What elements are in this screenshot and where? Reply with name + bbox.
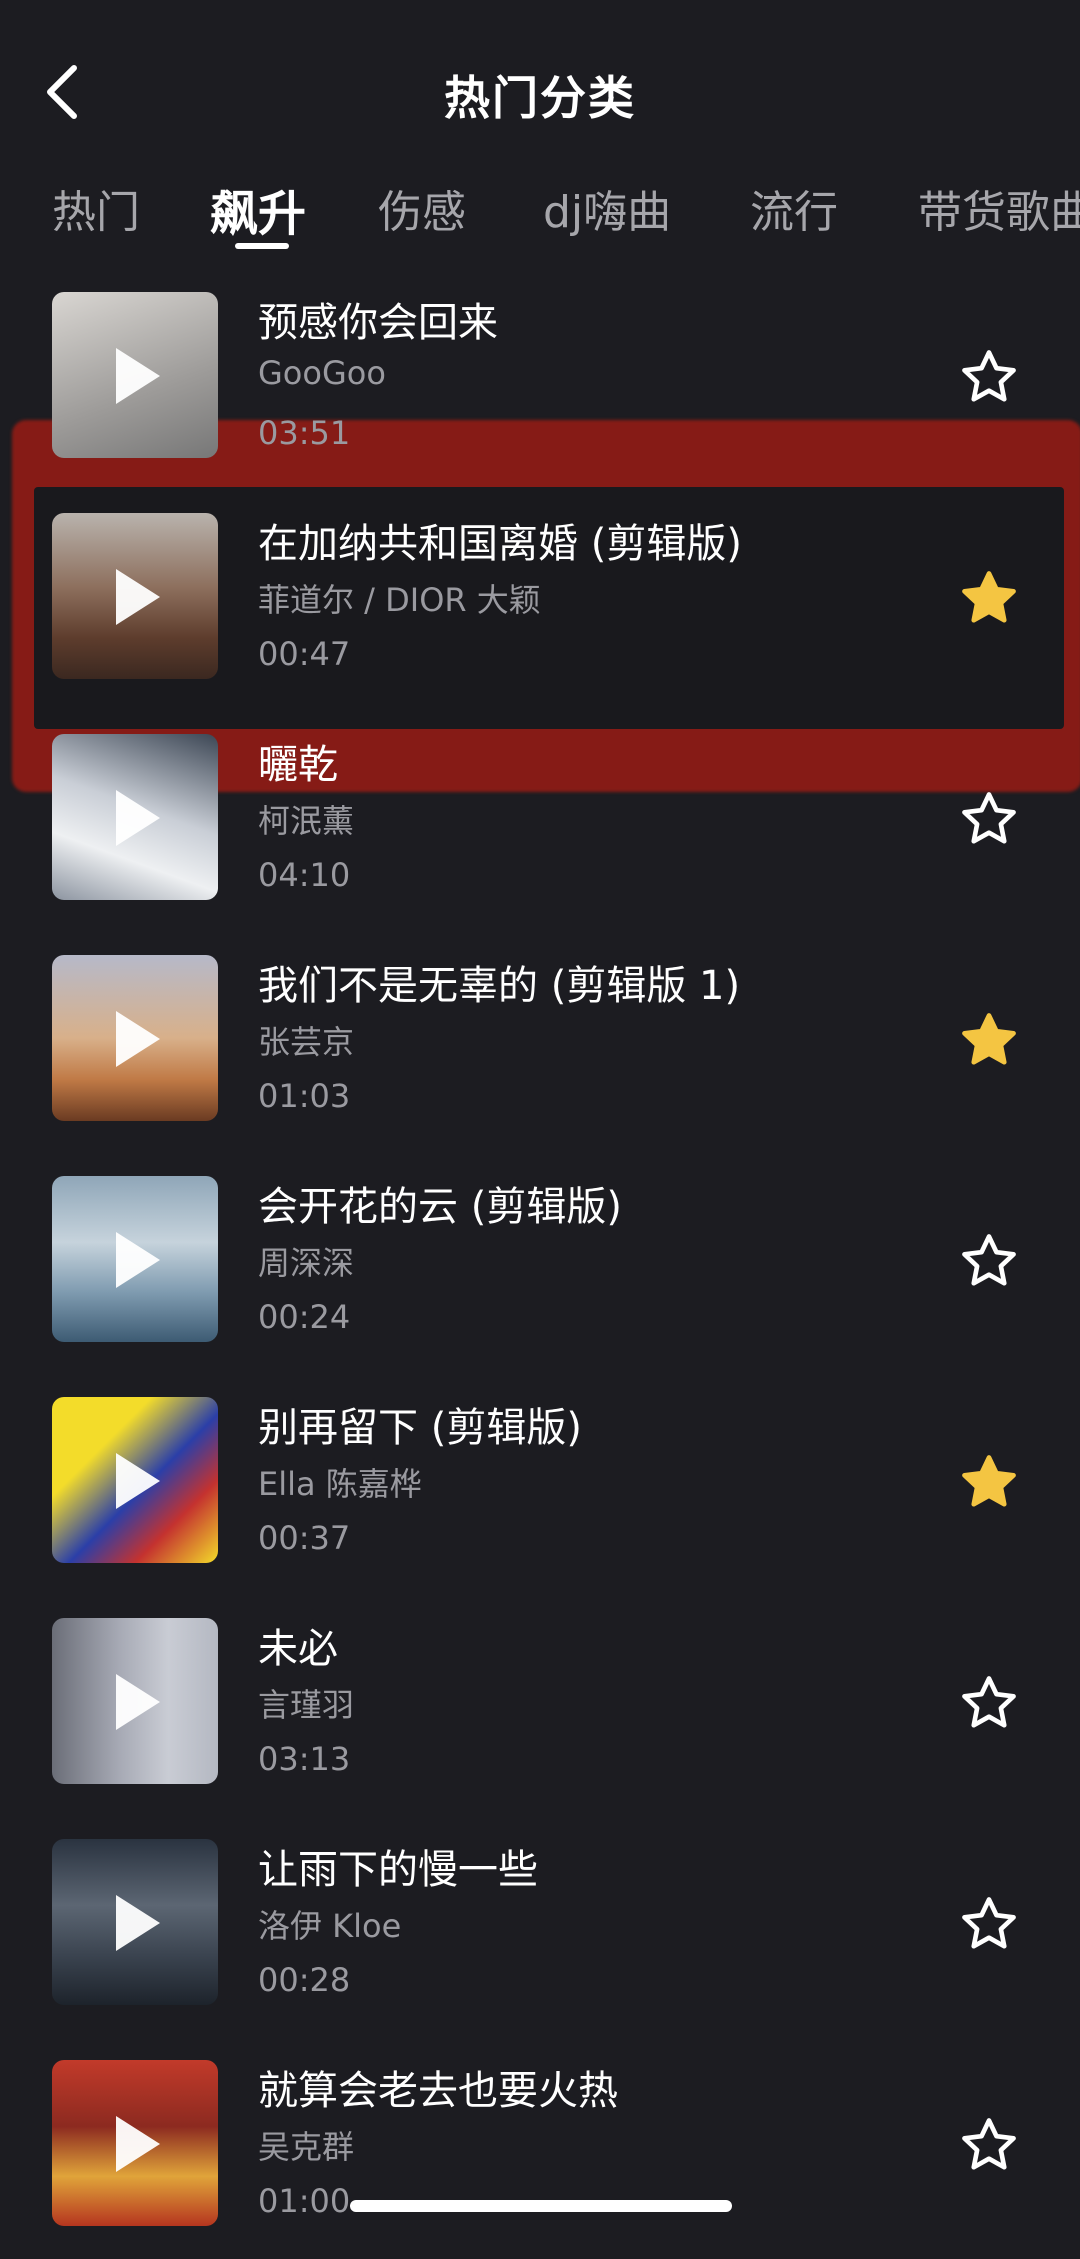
play-icon[interactable] — [52, 292, 218, 458]
play-icon[interactable] — [52, 513, 218, 679]
song-title: 预感你会回来 — [258, 300, 498, 346]
star-outline-icon[interactable] — [958, 1893, 1020, 1955]
song-duration: 04:10 — [258, 856, 351, 894]
song-artist: 菲道尔 / DIOR 大颖 — [258, 581, 541, 619]
tab-rising[interactable]: 飙升 — [210, 176, 306, 244]
star-filled-icon[interactable] — [958, 1451, 1020, 1513]
song-artist: 洛伊 Kloe — [258, 1907, 402, 1945]
song-artist: 柯泯薰 — [258, 802, 355, 840]
active-tab-indicator — [235, 243, 289, 249]
song-title: 在加纳共和国离婚 (剪辑版) — [258, 521, 742, 567]
header: 热门分类 — [0, 0, 1080, 180]
page-title: 热门分类 — [444, 71, 636, 125]
list-item[interactable]: 就算会老去也要火热 吴克群 01:00 — [0, 2038, 1080, 2259]
song-title: 曬乾 — [258, 742, 338, 788]
list-item[interactable]: 曬乾 柯泯薰 04:10 — [0, 712, 1080, 933]
star-outline-icon[interactable] — [958, 346, 1020, 408]
play-icon[interactable] — [52, 734, 218, 900]
song-duration: 00:24 — [258, 1298, 351, 1336]
album-cover — [52, 513, 218, 679]
list-item[interactable]: 别再留下 (剪辑版) Ella 陈嘉桦 00:37 — [0, 1375, 1080, 1596]
song-duration: 03:51 — [258, 414, 351, 452]
song-artist: Ella 陈嘉桦 — [258, 1465, 422, 1503]
tab-dj[interactable]: dj嗨曲 — [543, 176, 671, 240]
star-outline-icon[interactable] — [958, 2114, 1020, 2176]
star-filled-icon[interactable] — [958, 567, 1020, 629]
song-artist: 吴克群 — [258, 2128, 355, 2166]
star-outline-icon[interactable] — [958, 1672, 1020, 1734]
list-item[interactable]: 预感你会回来 GooGoo 03:51 — [0, 270, 1080, 491]
home-indicator — [350, 2200, 732, 2212]
song-duration: 03:13 — [258, 1740, 351, 1778]
list-item[interactable]: 未必 言瑾羽 03:13 — [0, 1596, 1080, 1817]
song-duration: 00:47 — [258, 635, 351, 673]
play-icon[interactable] — [52, 2060, 218, 2226]
album-cover — [52, 292, 218, 458]
play-icon[interactable] — [52, 1176, 218, 1342]
song-artist: 言瑾羽 — [258, 1686, 355, 1724]
album-cover — [52, 1397, 218, 1563]
album-cover — [52, 2060, 218, 2226]
tab-pop[interactable]: 流行 — [750, 176, 838, 240]
song-artist: 周深深 — [258, 1244, 355, 1282]
tab-commerce[interactable]: 带货歌曲 — [918, 176, 1080, 240]
star-outline-icon[interactable] — [958, 788, 1020, 850]
star-outline-icon[interactable] — [958, 1230, 1020, 1292]
song-title: 我们不是无辜的 (剪辑版 1) — [258, 963, 741, 1009]
album-cover — [52, 1176, 218, 1342]
list-item[interactable]: 让雨下的慢一些 洛伊 Kloe 00:28 — [0, 1817, 1080, 2038]
album-cover — [52, 955, 218, 1121]
song-duration: 01:00 — [258, 2182, 351, 2220]
tab-hot[interactable]: 热门 — [52, 176, 140, 240]
song-artist: 张芸京 — [258, 1023, 355, 1061]
album-cover — [52, 1839, 218, 2005]
list-item[interactable]: 我们不是无辜的 (剪辑版 1) 张芸京 01:03 — [0, 933, 1080, 1154]
play-icon[interactable] — [52, 1618, 218, 1784]
song-title: 别再留下 (剪辑版) — [258, 1405, 582, 1451]
song-title: 让雨下的慢一些 — [258, 1847, 538, 1893]
song-artist: GooGoo — [258, 354, 386, 392]
play-icon[interactable] — [52, 1397, 218, 1563]
play-icon[interactable] — [52, 955, 218, 1121]
tab-sad[interactable]: 伤感 — [378, 176, 466, 240]
list-item[interactable]: 在加纳共和国离婚 (剪辑版) 菲道尔 / DIOR 大颖 00:47 — [0, 491, 1080, 712]
list-item[interactable]: 会开花的云 (剪辑版) 周深深 00:24 — [0, 1154, 1080, 1375]
song-duration: 00:28 — [258, 1961, 351, 1999]
play-icon[interactable] — [52, 1839, 218, 2005]
song-title: 会开花的云 (剪辑版) — [258, 1184, 622, 1230]
album-cover — [52, 1618, 218, 1784]
song-title: 就算会老去也要火热 — [258, 2068, 618, 2114]
album-cover — [52, 734, 218, 900]
star-filled-icon[interactable] — [958, 1009, 1020, 1071]
song-title: 未必 — [258, 1626, 338, 1672]
song-duration: 01:03 — [258, 1077, 351, 1115]
song-duration: 00:37 — [258, 1519, 351, 1557]
category-tabs: 热门 飙升 伤感 dj嗨曲 流行 带货歌曲 — [0, 176, 1080, 256]
